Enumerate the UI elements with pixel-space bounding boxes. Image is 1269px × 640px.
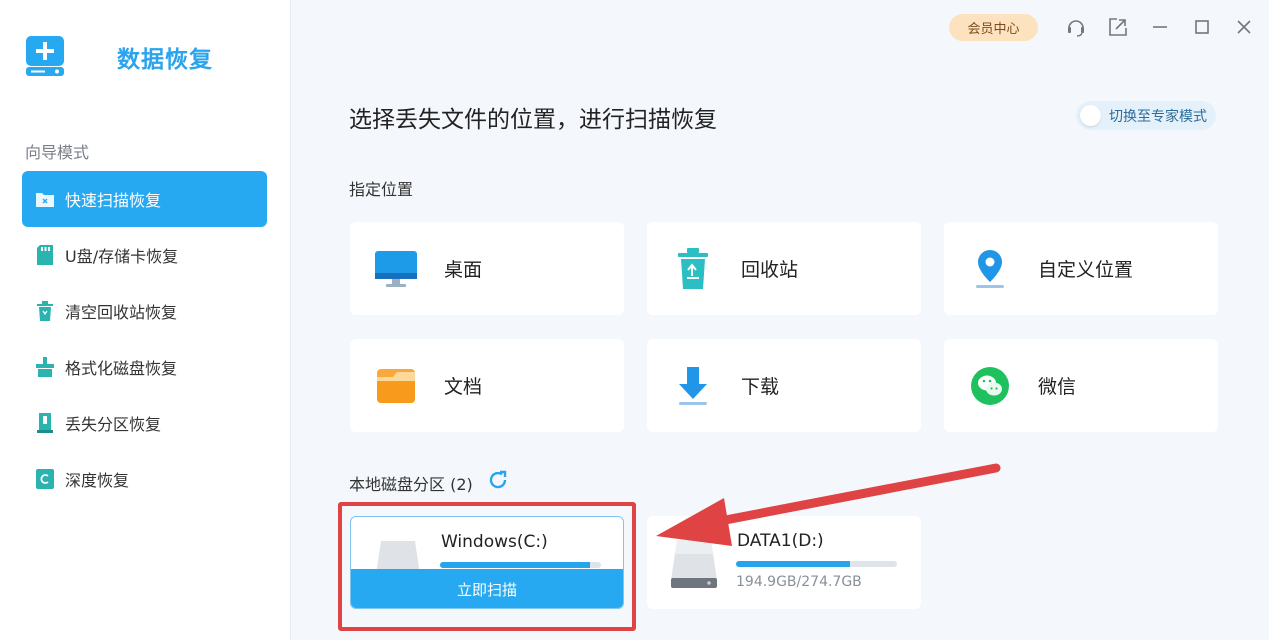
maximize-icon[interactable] [1192,17,1212,37]
sidebar-item-label: 丢失分区恢复 [65,415,162,434]
sidebar-item-label: 深度恢复 [65,471,130,490]
deep-scan-icon [35,469,55,489]
sd-card-icon [35,245,55,265]
drives-section-label: 本地磁盘分区 (2) [349,475,473,494]
close-icon[interactable] [1234,17,1254,37]
drive-usage-fill [736,561,851,567]
location-label: 微信 [1038,376,1077,398]
location-label: 下载 [741,376,780,398]
support-headset-icon[interactable] [1066,17,1086,37]
sidebar: 数据恢复 向导模式 快速扫描恢复 U盘/存储卡恢复 清空回收站恢复 格式化磁盘恢… [0,0,291,640]
sidebar-item-recycle-bin[interactable]: 清空回收站恢复 [22,283,267,339]
drive-size: 194.9GB/274.7GB [736,574,862,590]
sidebar-item-label: U盘/存储卡恢复 [65,247,179,266]
download-icon [669,362,717,410]
locations-section-label: 指定位置 [349,180,414,199]
sidebar-item-label: 清空回收站恢复 [65,303,178,322]
location-card-custom[interactable]: 自定义位置 [944,222,1218,315]
format-disk-icon [35,357,55,377]
location-card-documents[interactable]: 文档 [350,339,624,432]
sidebar-item-usb-card[interactable]: U盘/存储卡恢复 [22,227,267,283]
app-logo-icon [26,36,64,76]
location-label: 自定义位置 [1038,259,1134,281]
folder-scan-icon [35,189,55,209]
sidebar-item-label: 格式化磁盘恢复 [65,359,178,378]
location-label: 文档 [444,376,483,398]
drive-usage-bar [736,561,897,567]
location-card-recycle-bin[interactable]: 回收站 [647,222,921,315]
expert-mode-toggle[interactable]: 切换至专家模式 [1076,101,1216,130]
location-label: 桌面 [444,259,483,281]
sidebar-item-format-disk[interactable]: 格式化磁盘恢复 [22,339,267,395]
desktop-monitor-icon [372,245,420,293]
sidebar-item-deep-recovery[interactable]: 深度恢复 [22,451,267,507]
sidebar-item-label: 快速扫描恢复 [65,191,162,210]
share-icon[interactable] [1108,17,1128,37]
folder-icon [372,362,420,410]
refresh-icon[interactable] [487,469,509,491]
expert-mode-label: 切换至专家模式 [1109,108,1207,125]
partition-icon [35,413,55,433]
sidebar-item-lost-partition[interactable]: 丢失分区恢复 [22,395,267,451]
location-card-desktop[interactable]: 桌面 [350,222,624,315]
location-card-wechat[interactable]: 微信 [944,339,1218,432]
annotation-highlight-box [338,502,636,631]
minimize-icon[interactable] [1150,17,1170,37]
annotation-arrow [656,463,1001,546]
page-title: 选择丢失文件的位置，进行扫描恢复 [349,107,717,133]
wechat-icon [966,362,1014,410]
sidebar-item-quick-scan[interactable]: 快速扫描恢复 [22,171,267,227]
section-label-wizard: 向导模式 [25,143,90,162]
app-title: 数据恢复 [117,47,213,73]
recycle-bin-icon [35,301,55,321]
location-card-downloads[interactable]: 下载 [647,339,921,432]
vip-center-button[interactable]: 会员中心 [949,14,1038,41]
toggle-knob [1080,105,1101,126]
location-label: 回收站 [741,259,799,281]
location-pin-icon [966,245,1014,293]
recycle-bin-icon [669,245,717,293]
